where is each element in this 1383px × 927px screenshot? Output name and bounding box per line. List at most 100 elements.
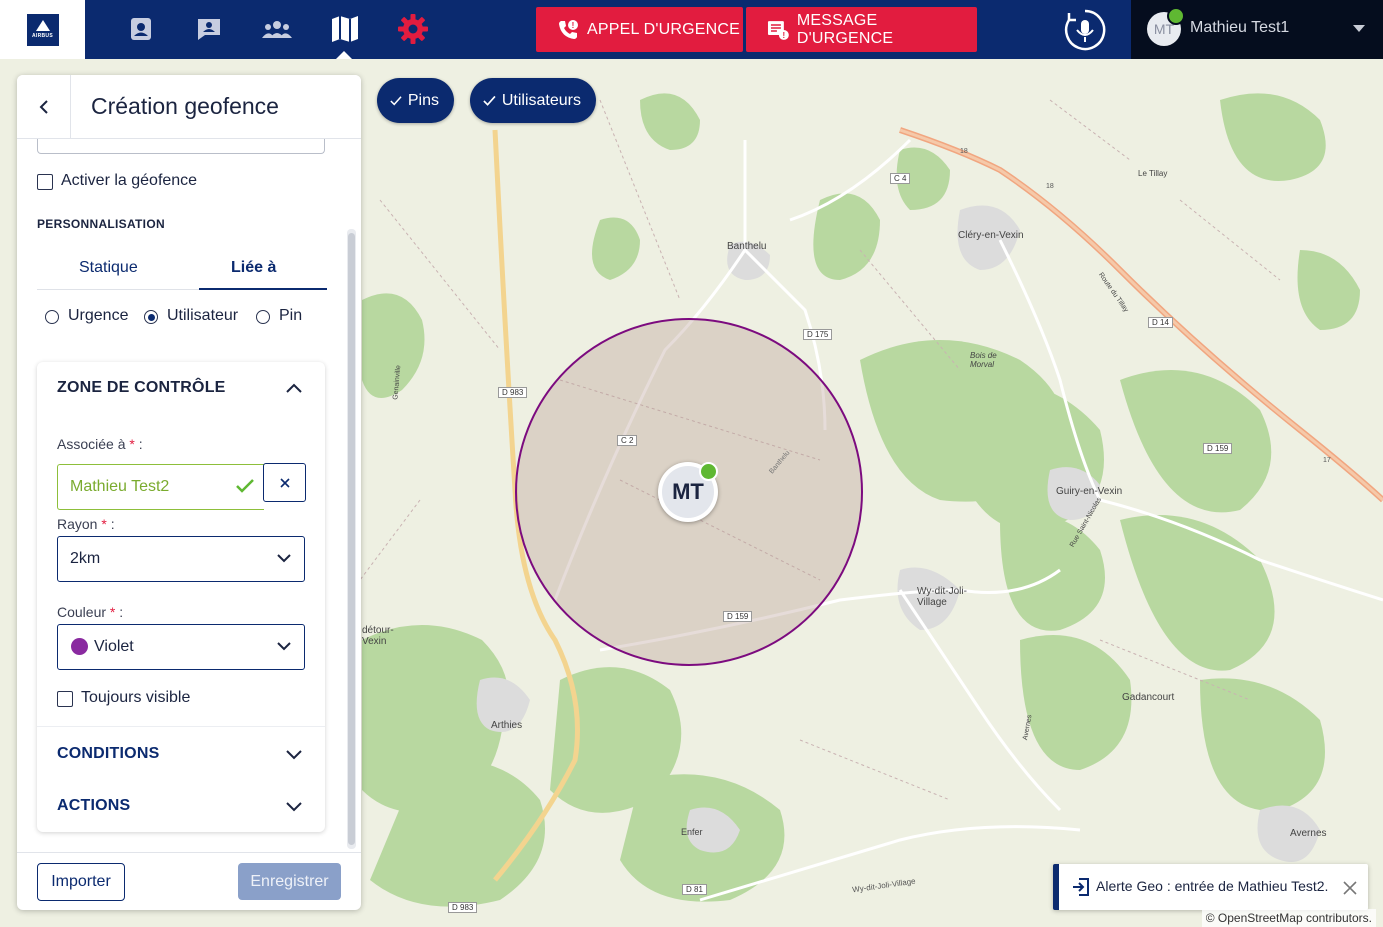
map-attribution[interactable]: © OpenStreetMap contributors. <box>1201 909 1376 927</box>
map-road-shield: D 159 <box>723 611 753 622</box>
actions-section[interactable]: ACTIONS <box>57 797 130 815</box>
clear-associated-button[interactable] <box>263 463 306 502</box>
zone-controle-title: ZONE DE CONTRÔLE <box>57 379 226 396</box>
import-button[interactable]: Importer <box>37 863 125 901</box>
panel-footer-divider <box>17 852 361 853</box>
close-icon <box>279 477 290 488</box>
online-status-dot <box>699 462 718 481</box>
radio-utilisateur[interactable] <box>144 310 158 324</box>
panel-scrollbar[interactable] <box>348 233 355 845</box>
radius-label: Rayon * : <box>57 516 115 532</box>
emergency-message-button[interactable]: ! MESSAGE D'URGENCE <box>746 7 977 52</box>
radio-utilisateur-label: Utilisateur <box>167 307 239 324</box>
zone-controle-card: ZONE DE CONTRÔLE Associée à * : Mathieu … <box>37 362 325 832</box>
emergency-message-icon: ! <box>767 20 789 39</box>
user-name: Mathieu Test1 <box>1190 19 1290 36</box>
check-icon <box>390 95 402 106</box>
map-place-label: Wy-dit-Joli-Village <box>917 586 967 608</box>
nav-active-indicator <box>336 51 352 59</box>
color-swatch <box>71 638 88 655</box>
always-visible-checkbox[interactable] <box>57 691 73 707</box>
map-place-label: Banthelu <box>727 241 767 252</box>
map-place-label: Bois de Morval <box>970 351 997 369</box>
emergency-call-button[interactable]: ! APPEL D'URGENCE <box>536 7 743 52</box>
nav-groups-icon[interactable] <box>259 11 295 47</box>
chevron-down-icon[interactable] <box>285 801 303 813</box>
map-road-shield: C 4 <box>890 173 911 184</box>
filter-chip-users[interactable]: Utilisateurs <box>470 78 596 123</box>
nav-contacts-icon[interactable] <box>123 11 159 47</box>
map-road-shield: D 159 <box>1203 443 1233 454</box>
map-place-label: Cléry-en-Vexin <box>958 230 1024 241</box>
map-road-shield: D 175 <box>803 329 833 340</box>
svg-text:!: ! <box>572 21 575 30</box>
panel-title: Création geofence <box>91 93 279 119</box>
active-tab-indicator <box>199 288 327 290</box>
chevron-down-icon <box>277 554 291 563</box>
radio-urgence[interactable] <box>45 310 59 324</box>
color-value: Violet <box>94 638 134 655</box>
card-divider <box>37 726 325 727</box>
radio-urgence-label: Urgence <box>68 307 129 324</box>
chevron-down-icon[interactable] <box>1353 25 1365 32</box>
chevron-left-icon <box>39 99 48 114</box>
color-select[interactable]: Violet <box>57 624 305 670</box>
map-place-label: Gadancourt <box>1122 692 1175 703</box>
associated-label: Associée à * : <box>57 436 143 452</box>
filter-chip-pins[interactable]: Pins <box>377 78 454 123</box>
radio-pin[interactable] <box>256 310 270 324</box>
airbus-logo[interactable]: AIRBUS <box>0 0 85 59</box>
check-icon <box>483 95 496 106</box>
enter-zone-icon <box>1073 878 1089 896</box>
emergency-call-label: APPEL D'URGENCE <box>587 20 741 38</box>
back-button[interactable] <box>17 75 71 138</box>
svg-text:!: ! <box>782 30 785 39</box>
associated-user-field[interactable]: Mathieu Test2 <box>57 464 264 510</box>
check-valid-icon <box>236 479 254 493</box>
always-visible-label: Toujours visible <box>81 689 191 706</box>
chevron-down-icon[interactable] <box>285 749 303 761</box>
activate-geofence-checkbox[interactable] <box>37 174 53 190</box>
airbus-logo-mark: AIRBUS <box>26 13 59 46</box>
save-button[interactable]: Enregistrer <box>238 863 341 900</box>
user-menu[interactable]: MT Mathieu Test1 <box>1131 0 1383 59</box>
filter-chip-label: Pins <box>407 91 439 109</box>
map-road-shield: D 81 <box>682 884 707 895</box>
close-icon[interactable] <box>1343 881 1357 895</box>
color-label: Couleur * : <box>57 604 124 620</box>
conditions-section[interactable]: CONDITIONS <box>57 745 159 763</box>
chevron-down-icon <box>277 642 291 651</box>
personalisation-heading: PERSONNALISATION <box>37 217 165 231</box>
nav-map-icon[interactable] <box>327 11 363 47</box>
map-place-label: Avernes <box>1290 828 1327 839</box>
map-place-label: Le Tillay <box>1138 169 1168 178</box>
map-place-label: Enfer <box>681 827 703 837</box>
map-place-label: détour-Vexin <box>362 625 394 647</box>
map-place-label: Guiry-en-Vexin <box>1056 486 1123 497</box>
tab-statique[interactable]: Statique <box>79 259 138 277</box>
map-road-shield: D 14 <box>1148 317 1173 328</box>
associated-user-value: Mathieu Test2 <box>70 478 170 495</box>
geofence-creation-panel: Création geofence Activer la géofence PE… <box>17 75 361 910</box>
map-road-shield: C 2 <box>617 435 638 446</box>
avatar: MT <box>1147 7 1185 46</box>
map-place-label: Arthies <box>491 720 523 731</box>
activate-geofence-label: Activer la géofence <box>61 172 198 189</box>
nav-messages-icon[interactable] <box>191 11 227 47</box>
geo-alert-toast: Alerte Geo : entrée de Mathieu Test2. <box>1053 864 1368 910</box>
map-road-shield: D 983 <box>448 902 478 913</box>
tab-liee-a[interactable]: Liée à <box>231 259 276 277</box>
radius-select[interactable]: 2km <box>57 536 305 582</box>
top-navigation-bar: AIRBUS ! APPEL D'URGENCE ! MESSAGE D'URG… <box>0 0 1383 59</box>
map-road-number: 17 <box>1323 457 1331 464</box>
map-user-marker[interactable]: MT <box>658 462 718 522</box>
panel-header: Création geofence <box>17 75 361 139</box>
nav-settings-gear-icon[interactable] <box>395 11 431 47</box>
map-road-shield: D 983 <box>498 387 528 398</box>
filter-chip-label: Utilisateurs <box>501 91 581 109</box>
map-road-number: 18 <box>960 148 968 155</box>
voice-microphone-icon[interactable] <box>1064 9 1106 51</box>
chevron-up-icon[interactable] <box>285 382 303 394</box>
online-status-dot <box>1167 7 1185 25</box>
radio-pin-label: Pin <box>279 307 303 324</box>
